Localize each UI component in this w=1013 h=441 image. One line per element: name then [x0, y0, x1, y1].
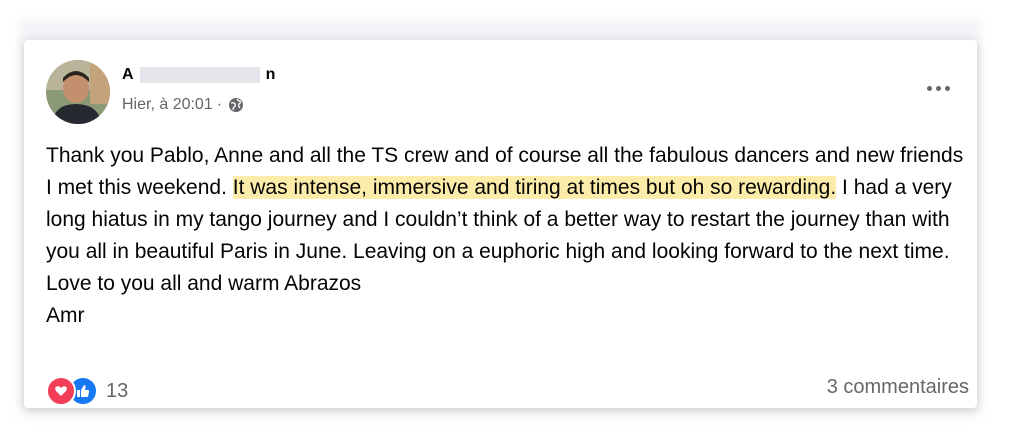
author-name-start: A [122, 66, 134, 83]
love-icon [46, 376, 76, 406]
post-card: A n Hier, à 20:01 · Thank you Pablo, Ann… [24, 40, 977, 408]
author-name-end: n [265, 66, 276, 83]
post-text: Thank you Pablo, Anne and all the TS cre… [46, 140, 968, 332]
globe-icon [228, 97, 244, 113]
highlighted-text: It was intense, immersive and tiring at … [232, 176, 837, 199]
comments-count-link[interactable]: 3 commentaires [827, 376, 969, 399]
post-line-love: Love to you all and warm Abrazos [46, 272, 362, 295]
author-avatar[interactable] [46, 60, 110, 124]
name-redaction [139, 67, 260, 83]
post-paragraph: Thank you Pablo, Anne and all the TS cre… [46, 140, 968, 268]
author-name[interactable]: A n [122, 64, 275, 86]
meta-separator: · [216, 96, 223, 113]
more-dot [926, 85, 932, 91]
reactions-summary[interactable]: 13 [46, 376, 128, 406]
post-timestamp[interactable]: Hier, à 20:01 [122, 96, 213, 114]
avatar-photo [46, 60, 110, 124]
more-dot [944, 85, 950, 91]
reaction-count: 13 [106, 379, 129, 402]
more-options-button[interactable] [921, 76, 955, 100]
post-line-signature: Amr [46, 304, 85, 327]
post-meta: Hier, à 20:01 · [122, 96, 244, 114]
more-dot [935, 85, 941, 91]
